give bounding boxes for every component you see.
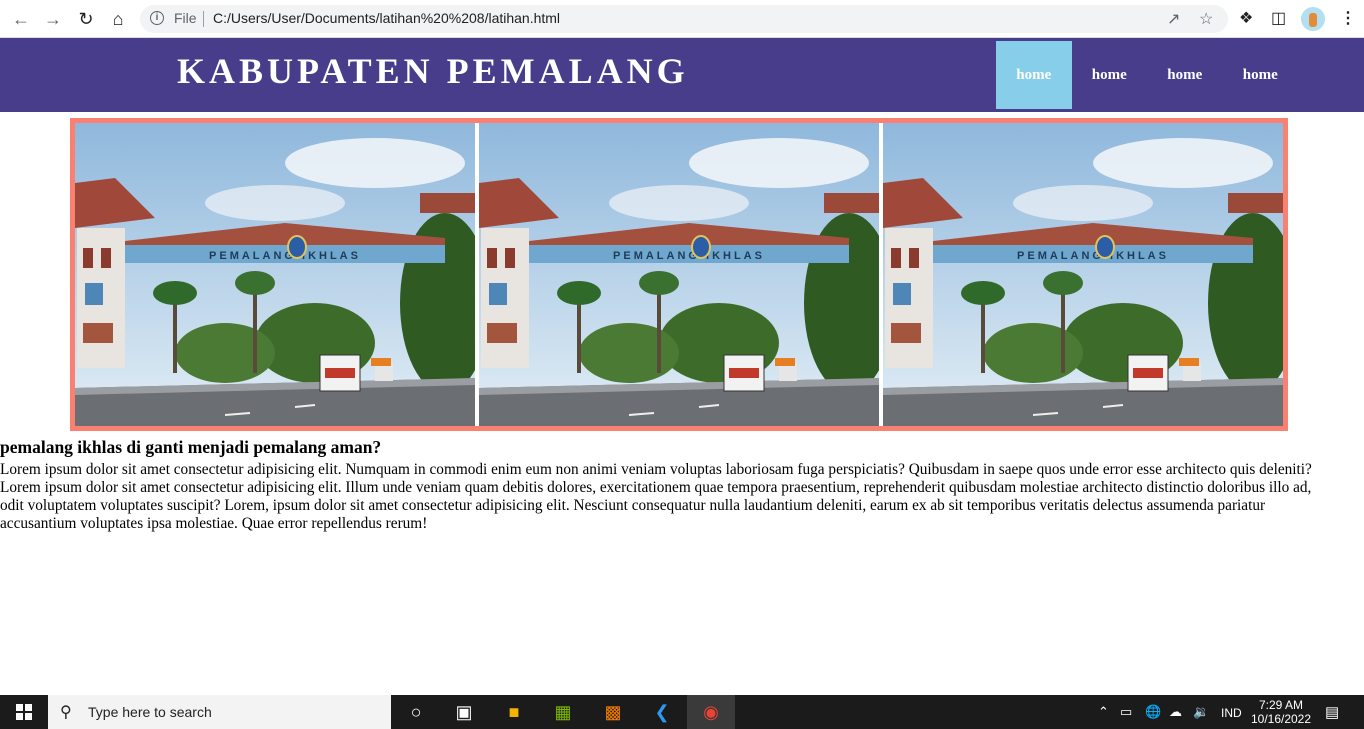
taskbar-search[interactable]: ⚲ Type here to search (48, 695, 391, 729)
menu-kebab-icon[interactable]: ⋮ (1340, 8, 1356, 28)
notification-icon[interactable]: ▤ (1325, 703, 1339, 721)
info-icon[interactable]: i (150, 11, 164, 25)
extensions-puzzle-icon[interactable]: ❖ (1239, 8, 1253, 28)
article-body: Lorem ipsum dolor sit amet consectetur a… (0, 461, 1312, 532)
system-clock[interactable]: 7:29 AM 10/16/2022 (1250, 698, 1312, 726)
cortana-icon[interactable]: ○ (392, 695, 440, 729)
svg-text:PEMALANG IKHLAS: PEMALANG IKHLAS (1017, 250, 1169, 262)
nav-item-home-1[interactable]: home (996, 41, 1072, 109)
chrome-icon[interactable]: ◉ (687, 695, 735, 729)
home-icon[interactable]: ⌂ (106, 7, 130, 31)
side-panel-icon[interactable]: ◫ (1271, 8, 1286, 28)
nav-item-home-2[interactable]: home (1072, 41, 1148, 109)
vscode-icon[interactable]: ❮ (638, 695, 686, 729)
nav-item-home-3[interactable]: home (1147, 41, 1223, 109)
article: pemalang ikhlas di ganti menjadi pemalan… (0, 437, 1364, 533)
start-button[interactable] (0, 695, 48, 729)
language-indicator[interactable]: IND (1221, 706, 1242, 720)
search-icon: ⚲ (60, 704, 72, 721)
divider (203, 11, 204, 27)
profile-avatar[interactable] (1301, 7, 1325, 31)
svg-text:PEMALANG IKHLAS: PEMALANG IKHLAS (209, 250, 361, 262)
gallery-photo: PEMALANG IKHLAS (883, 123, 1283, 426)
battery-icon[interactable]: ▭ (1120, 704, 1132, 720)
windows-taskbar: ⚲ Type here to search ○ ▣ ■ ▦ ▩ ❮ ◉ ⌃ ▭ … (0, 695, 1364, 729)
svg-text:PEMALANG IKHLAS: PEMALANG IKHLAS (613, 250, 765, 262)
chevron-up-icon[interactable]: ⌃ (1098, 704, 1109, 720)
cloud-icon[interactable]: ☁ (1169, 704, 1182, 720)
image-gallery: PEMALANG IKHLAS PEMALANG IKHLAS PEMALANG… (70, 118, 1288, 431)
nav-menu: home home home home (996, 41, 1298, 109)
back-arrow-icon[interactable]: ← (9, 7, 33, 31)
site-title: KABUPATEN PEMALANG (177, 51, 689, 91)
gallery-photo: PEMALANG IKHLAS (75, 123, 475, 426)
gallery-photo: PEMALANG IKHLAS (479, 123, 879, 426)
clock-date: 10/16/2022 (1250, 712, 1312, 726)
file-label: File (174, 10, 197, 26)
volume-icon[interactable]: 🔉 (1193, 704, 1209, 720)
globe-icon[interactable]: 🌐 (1145, 704, 1161, 720)
browser-toolbar: ← → ↻ ⌂ i File C:/Users/User/Documents/l… (0, 0, 1364, 38)
address-bar[interactable]: i File C:/Users/User/Documents/latihan%2… (140, 5, 1228, 33)
store-icon[interactable]: ▦ (539, 695, 587, 729)
clock-time: 7:29 AM (1258, 698, 1304, 712)
bookmark-star-icon[interactable]: ☆ (1199, 9, 1213, 29)
task-view-icon[interactable]: ▣ (440, 695, 488, 729)
windows-logo-icon (16, 704, 32, 720)
site-header: KABUPATEN PEMALANG home home home home (0, 38, 1364, 112)
nav-item-home-4[interactable]: home (1223, 41, 1299, 109)
article-heading: pemalang ikhlas di ganti menjadi pemalan… (0, 437, 382, 457)
forward-arrow-icon[interactable]: → (41, 7, 65, 31)
share-icon[interactable]: ↗ (1167, 9, 1180, 29)
url-text[interactable]: C:/Users/User/Documents/latihan%20%208/l… (213, 10, 560, 26)
search-placeholder: Type here to search (88, 704, 212, 720)
reload-icon[interactable]: ↻ (74, 7, 98, 31)
xampp-icon[interactable]: ▩ (589, 695, 637, 729)
file-explorer-icon[interactable]: ■ (490, 695, 538, 729)
